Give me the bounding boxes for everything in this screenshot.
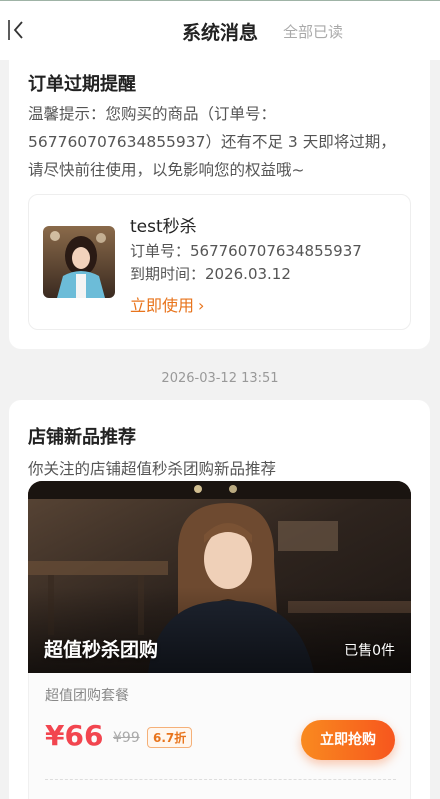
card-description: 你关注的店铺超值秒杀团购新品推荐 bbox=[28, 460, 277, 478]
chevron-right-icon: › bbox=[198, 296, 205, 315]
divider bbox=[45, 779, 396, 780]
new-product-recommend-card: 店铺新品推荐 你关注的店铺超值秒杀团购新品推荐 超值秒杀团购 已售0件 超值团购… bbox=[9, 400, 430, 799]
order-number: 订单号：567760707634855937 bbox=[130, 242, 362, 260]
card-title: 订单过期提醒 bbox=[28, 74, 136, 95]
use-now-label: 立即使用 bbox=[130, 296, 195, 315]
card-description: 温馨提示：您购买的商品（订单号：567760707634855937）还有不足 … bbox=[28, 105, 396, 179]
original-price: ¥99 bbox=[113, 730, 140, 746]
use-now-link[interactable]: 立即使用 › bbox=[130, 292, 204, 316]
product-thumbnail bbox=[43, 226, 115, 298]
mark-all-read-button[interactable]: 全部已读 bbox=[283, 21, 343, 42]
sold-count: 已售0件 bbox=[344, 643, 395, 659]
expiry-reminder-card: 订单过期提醒 温馨提示：您购买的商品（订单号：56776070763485593… bbox=[9, 40, 430, 349]
page-title: 系统消息 bbox=[181, 22, 258, 44]
product-name: test秒杀 bbox=[130, 217, 197, 237]
promo-product-card[interactable]: 超值秒杀团购 已售0件 超值团购套餐 ¥66 ¥99 6.7折 立即抢购 bbox=[28, 481, 411, 799]
order-item[interactable]: test秒杀 订单号：567760707634855937 到期时间：2026.… bbox=[28, 194, 411, 330]
banner-title: 超值秒杀团购 bbox=[44, 639, 159, 661]
discount-badge: 6.7折 bbox=[147, 727, 193, 748]
promo-banner-image[interactable]: 超值秒杀团购 已售0件 bbox=[28, 481, 411, 673]
expiry-date: 到期时间：2026.03.12 bbox=[130, 265, 291, 283]
current-price: ¥66 bbox=[45, 719, 104, 752]
promo-info: 超值团购套餐 ¥66 ¥99 6.7折 立即抢购 bbox=[28, 673, 411, 799]
package-name: 超值团购套餐 bbox=[45, 688, 129, 704]
nav-header: 系统消息 全部已读 bbox=[0, 0, 440, 60]
message-timestamp: 2026-03-12 13:51 bbox=[161, 371, 279, 386]
buy-now-button[interactable]: 立即抢购 bbox=[301, 720, 395, 760]
card-title: 店铺新品推荐 bbox=[28, 427, 136, 448]
